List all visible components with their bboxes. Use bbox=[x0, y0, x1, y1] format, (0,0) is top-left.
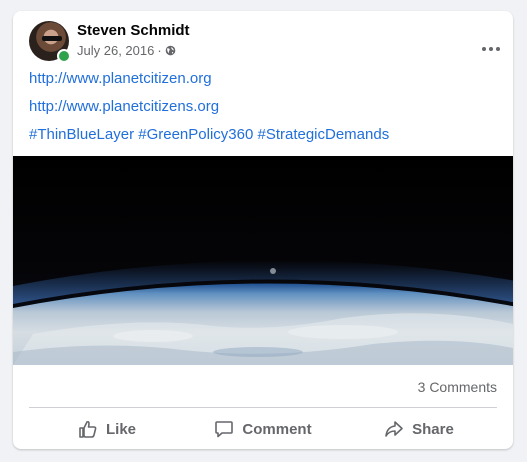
comments-count[interactable]: 3 Comments bbox=[418, 379, 497, 395]
comment-button[interactable]: Comment bbox=[185, 411, 341, 447]
post-text: http://www.planetcitizen.org http://www.… bbox=[29, 69, 499, 153]
like-label: Like bbox=[105, 420, 136, 438]
avatar[interactable] bbox=[29, 21, 71, 63]
share-label: Share bbox=[412, 420, 454, 438]
hashtags[interactable]: #ThinBlueLayer #GreenPolicy360 #Strategi… bbox=[29, 126, 389, 143]
earth-horizon-image bbox=[13, 156, 513, 365]
thumbs-up-icon bbox=[79, 420, 97, 438]
post-date[interactable]: July 26, 2016 bbox=[77, 43, 154, 58]
author-name[interactable]: Steven Schmidt bbox=[77, 22, 190, 39]
post-meta: July 26, 2016 · bbox=[77, 43, 176, 58]
post-stats: 3 Comments bbox=[29, 377, 497, 408]
online-status-dot bbox=[57, 49, 71, 63]
link-planetcitizens[interactable]: http://www.planetcitizens.org bbox=[29, 98, 219, 115]
globe-icon bbox=[165, 45, 175, 56]
post-actions: Like Comment Share bbox=[29, 411, 497, 447]
avatar-glasses bbox=[42, 36, 62, 41]
post-image[interactable] bbox=[13, 156, 513, 365]
share-button[interactable]: Share bbox=[341, 411, 497, 447]
more-options-button[interactable] bbox=[473, 37, 509, 61]
comment-bubble-icon bbox=[215, 421, 234, 438]
share-arrow-icon bbox=[385, 421, 403, 437]
post-header: Steven Schmidt July 26, 2016 · bbox=[29, 21, 500, 65]
more-dot-icon bbox=[496, 47, 500, 51]
post-card: Steven Schmidt July 26, 2016 · http://www… bbox=[13, 11, 513, 449]
more-dot-icon bbox=[482, 47, 486, 51]
more-dot-icon bbox=[489, 47, 493, 51]
link-planetcitizen[interactable]: http://www.planetcitizen.org bbox=[29, 70, 212, 87]
like-button[interactable]: Like bbox=[29, 411, 185, 447]
comment-label: Comment bbox=[242, 420, 312, 438]
meta-separator: · bbox=[157, 43, 162, 58]
